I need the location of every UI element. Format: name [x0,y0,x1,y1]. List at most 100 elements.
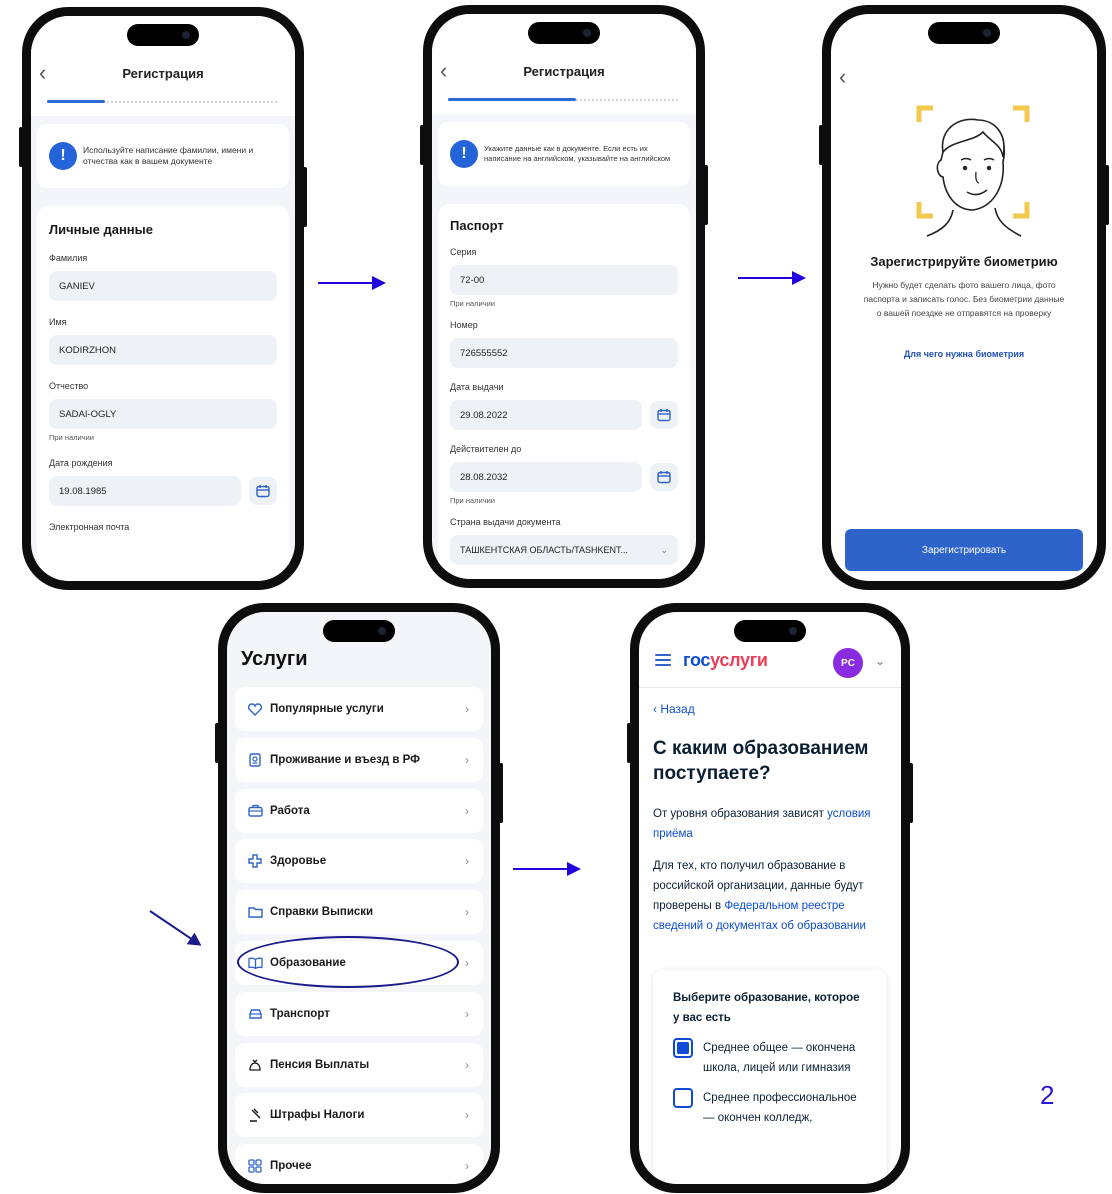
lastname-label: Фамилия [49,253,88,263]
face-illustration-icon [916,105,1030,237]
notice-text: Укажите данные как в документе. Если ест… [484,144,671,163]
service-label: Прочее [270,1160,312,1173]
patronymic-hint: При наличии [49,433,94,442]
services-title: Услуги [241,648,308,670]
service-label: Популярные услуги [270,703,384,715]
number-field[interactable]: 726555552 [450,338,678,368]
passport-card: Паспорт Серия 72-00 При наличии Номер 72… [438,204,690,579]
country-select[interactable]: ТАШКЕНТСКАЯ ОБЛАСТЬ/TASHKENT... ⌄ [450,535,678,565]
exclamation-icon: ! [49,142,77,170]
service-label: Проживание и въезд в РФ [270,753,420,766]
gosuslugi-logo[interactable]: госуслуги [683,650,768,671]
chevron-right-icon: › [465,702,469,716]
country-label: Страна выдачи документа [450,517,561,527]
birthdate-field[interactable]: 19.08.1985 [49,476,241,506]
biometrics-title: Зарегистрируйте биометрию [870,254,1058,269]
screen-registration-personal: ‹ Регистрация ! Используйте написание фа… [31,16,295,581]
book-icon [247,955,263,971]
moneybag-icon [247,1057,263,1073]
service-certificates[interactable]: Справки Выписки › [235,890,483,935]
chevron-down-icon[interactable]: ⌄ [875,654,885,668]
register-button[interactable]: Зарегистрировать [845,529,1083,571]
service-education[interactable]: Образование › [235,935,483,988]
pointer-arrow [149,910,201,946]
service-label: Образование [270,956,346,969]
series-field[interactable]: 72-00 [450,265,678,295]
chevron-right-icon: › [465,752,469,767]
chevron-right-icon: › [465,955,469,970]
valid-until-field[interactable]: 28.08.2032 [450,462,642,492]
calendar-icon[interactable] [249,477,277,505]
screen-gosuslugi-education: госуслуги PC ⌄ ‹ Назад С каким образован… [639,612,901,1184]
medical-cross-icon [247,853,263,869]
chevron-right-icon: › [465,1006,469,1021]
service-label: Здоровье [270,855,327,868]
service-health[interactable]: Здоровье › [235,839,483,884]
service-label: Транспорт [270,1007,330,1020]
option-label: Среднее общее — окончена школа, лицей ил… [703,1042,856,1074]
info-notice: ! Укажите данные как в документе. Если е… [438,122,690,186]
service-label: Справки Выписки [270,906,374,919]
country-value: ТАШКЕНТСКАЯ ОБЛАСТЬ/TASHKENT... [460,545,629,555]
service-fines[interactable]: Штрафы Налоги › [235,1093,483,1138]
series-hint: При наличии [450,299,495,308]
phone-services: Услуги Популярные услуги › Проживание и … [215,603,503,1193]
service-work[interactable]: Работа › [235,788,483,833]
education-choice-card: Выберите образование, которое у вас есть… [653,970,887,1184]
service-label: Работа [270,804,310,817]
screen-services: Услуги Популярные услуги › Проживание и … [227,612,491,1184]
phone-registration-personal: ‹ Регистрация ! Используйте написание фа… [19,7,307,590]
service-label: Пенсия Выплаты [270,1058,370,1071]
service-other[interactable]: Прочее › [235,1144,483,1184]
hamburger-menu-icon[interactable] [655,654,671,669]
page-title: Регистрация [122,66,204,81]
back-chevron-icon[interactable]: ‹ [839,64,846,90]
calendar-icon[interactable] [650,463,678,491]
patronymic-label: Отчество [49,381,89,391]
option-secondary-general[interactable]: Среднее общее — окончена школа, лицей ил… [673,1038,867,1078]
folder-icon [247,904,263,920]
education-question: Выберите образование, которое у вас есть [673,992,860,1024]
step-progress [448,98,680,101]
issue-date-label: Дата выдачи [450,382,504,392]
phone-registration-passport: ‹ Регистрация ! Укажите данные как в док… [420,5,708,588]
issue-date-field[interactable]: 29.08.2022 [450,400,642,430]
passport-icon [247,752,263,768]
grid-icon [247,1158,263,1174]
services-list: Популярные услуги › Проживание и въезд в… [235,687,483,1184]
number-label: Номер [450,320,478,330]
header-divider [639,687,901,688]
avatar[interactable]: PC [833,648,863,678]
chevron-right-icon: › [465,1108,469,1123]
firstname-field[interactable]: KODIRZHON [49,335,277,365]
patronymic-field[interactable]: SADAI-OGLY [49,399,277,429]
valid-until-hint: При наличии [450,496,495,505]
phone-gosuslugi-education: госуслуги PC ⌄ ‹ Назад С каким образован… [627,603,913,1193]
lastname-field[interactable]: GANIEV [49,271,277,301]
service-transport[interactable]: Транспорт › [235,991,483,1036]
checkbox-unchecked[interactable] [673,1088,693,1108]
service-residence[interactable]: Проживание и въезд в РФ › [235,737,483,782]
car-icon [247,1006,263,1022]
chevron-right-icon: › [465,905,469,920]
option-secondary-professional[interactable]: Среднее профессиональное — окончен колле… [673,1088,867,1128]
birthdate-label: Дата рождения [49,458,113,468]
screen-biometrics: ‹ Зарегистрируйте биометрию Нужно будет … [831,14,1097,581]
service-popular[interactable]: Популярные услуги › [235,687,483,731]
exclamation-icon: ! [450,140,478,168]
gavel-icon [247,1107,263,1123]
back-link[interactable]: ‹ Назад [653,702,695,716]
flow-arrow-2 [738,271,806,285]
dynamic-island [528,22,600,44]
personal-data-card: Личные данные Фамилия GANIEV Имя KODIRZH… [37,206,289,581]
chevron-right-icon: › [465,803,469,818]
paragraph-conditions: От уровня образования зависят условия пр… [653,808,871,840]
biometrics-info-link[interactable]: Для чего нужна биометрия [831,349,1097,359]
chevron-right-icon: › [465,1057,469,1072]
option-label: Среднее профессиональное — окончен колле… [703,1092,857,1124]
service-pension[interactable]: Пенсия Выплаты › [235,1042,483,1087]
valid-until-label: Действителен до [450,444,522,454]
dynamic-island [127,24,199,46]
calendar-icon[interactable] [650,401,678,429]
checkbox-checked[interactable] [673,1038,693,1058]
